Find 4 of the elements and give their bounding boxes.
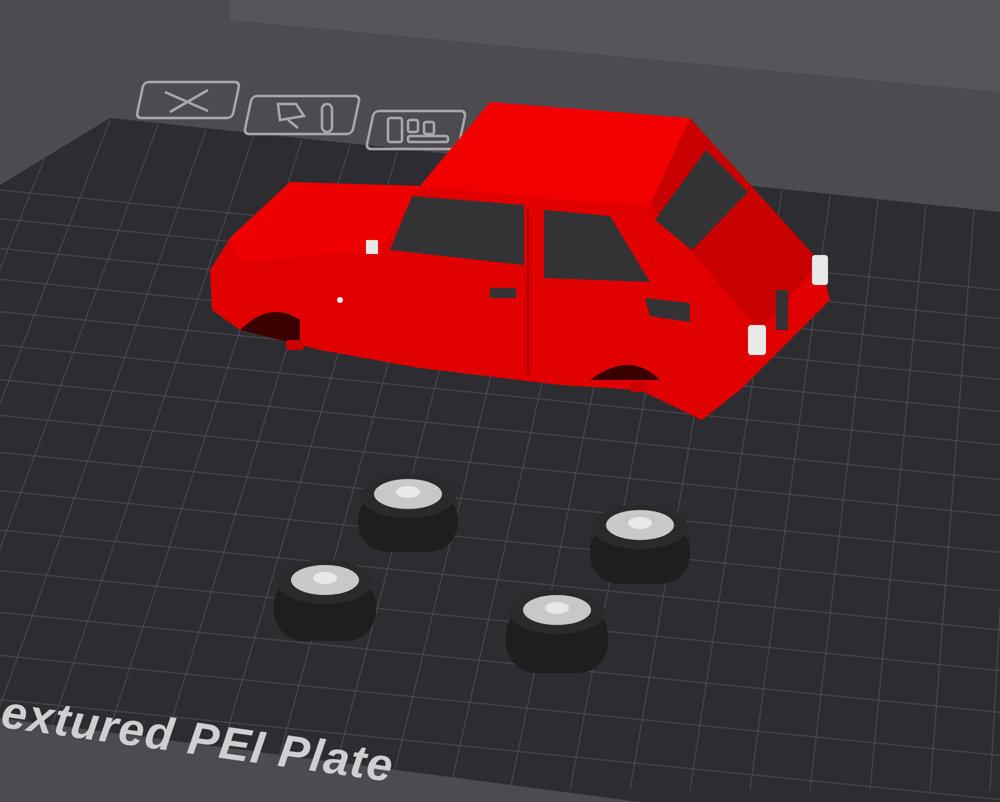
plate-label: extured PEI Plate — [0, 688, 397, 789]
arrange-icon[interactable] — [242, 94, 362, 136]
layout-icon[interactable] — [364, 110, 468, 150]
close-plate-icon[interactable] — [134, 80, 242, 120]
